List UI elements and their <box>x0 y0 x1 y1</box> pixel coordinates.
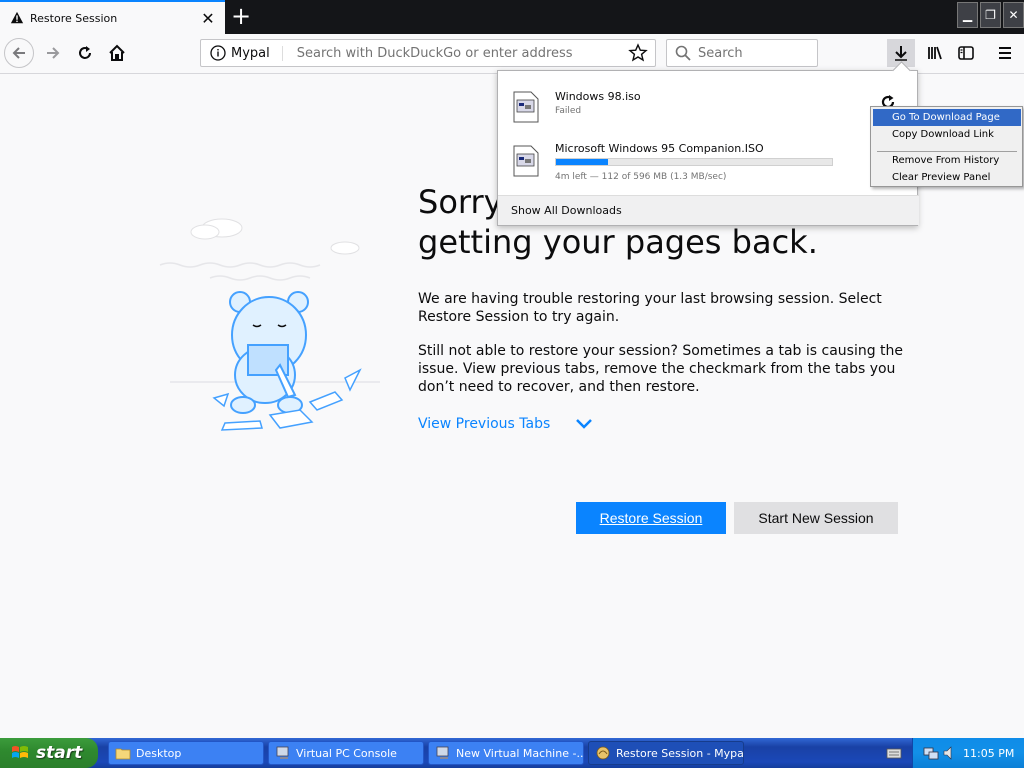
taskbar-item-new-virtual-machine[interactable]: New Virtual Machine -... <box>428 741 584 765</box>
restore-session-button[interactable]: Restore Session <box>576 502 726 534</box>
menu-item-clear-preview-panel[interactable]: Clear Preview Panel <box>873 169 1021 186</box>
tab-title: Restore Session <box>30 11 118 25</box>
hamburger-menu-icon <box>999 47 1011 59</box>
start-label: start <box>36 743 83 763</box>
iso-file-icon <box>513 91 539 123</box>
forward-button[interactable] <box>38 38 68 68</box>
download-progress-fill <box>556 159 608 165</box>
taskbar: start Desktop Virtual PC Console New Vir… <box>0 738 1024 768</box>
view-previous-tabs-link[interactable]: View Previous Tabs <box>418 416 594 432</box>
address-placeholder: Search with DuckDuckGo or enter address <box>296 45 573 61</box>
restore-window-button[interactable]: ❐ <box>980 2 1001 28</box>
window-controls: ▁ ❐ ✕ <box>957 2 1024 28</box>
menu-item-copy-download-link[interactable]: Copy Download Link <box>873 126 1021 143</box>
taskbar-item-desktop[interactable]: Desktop <box>108 741 264 765</box>
mypal-browser-icon <box>596 746 610 760</box>
system-tray: 11:05 PM <box>912 738 1024 768</box>
taskbar-item-label: Restore Session - Mypal <box>616 746 744 760</box>
start-new-session-button[interactable]: Start New Session <box>734 502 898 534</box>
volume-icon[interactable] <box>943 745 955 761</box>
download-arrow-icon <box>895 46 907 61</box>
new-tab-button[interactable]: + <box>228 4 254 30</box>
downloads-panel: Windows 98.iso Failed Microsoft Windows … <box>497 70 919 226</box>
folder-icon <box>115 748 131 760</box>
tab-restore-session[interactable]: Restore Session ✕ <box>0 0 225 34</box>
library-button[interactable] <box>920 38 950 68</box>
minimize-button[interactable]: ▁ <box>957 2 978 28</box>
nav-bar: Mypal Search with DuckDuckGo or enter ad… <box>0 34 1024 74</box>
reload-button[interactable] <box>70 38 100 68</box>
back-button[interactable] <box>4 38 34 68</box>
address-bar[interactable]: Mypal Search with DuckDuckGo or enter ad… <box>200 39 656 67</box>
iso-file-icon <box>513 145 539 177</box>
info-icon[interactable] <box>209 44 227 62</box>
keyboard-icon[interactable] <box>886 745 902 761</box>
show-all-downloads-button[interactable]: Show All Downloads <box>498 195 919 225</box>
taskbar-item-label: Desktop <box>136 746 182 760</box>
menu-item-go-to-download-page[interactable]: Go To Download Page <box>873 109 1021 126</box>
taskbar-item-label: New Virtual Machine -... <box>456 746 584 760</box>
windows-logo-icon <box>12 746 28 758</box>
taskbar-item-virtual-pc-console[interactable]: Virtual PC Console <box>268 741 424 765</box>
view-previous-tabs-label: View Previous Tabs <box>418 416 551 432</box>
start-button[interactable]: start <box>0 738 98 768</box>
sidebar-button[interactable] <box>951 38 981 68</box>
taskbar-item-restore-session-mypal[interactable]: Restore Session - Mypal <box>588 741 744 765</box>
download-context-menu: Go To Download Page Copy Download Link R… <box>870 106 1023 187</box>
restore-explanation: We are having trouble restoring your las… <box>418 291 882 325</box>
network-icon[interactable] <box>923 745 939 761</box>
taskbar-item-label: Virtual PC Console <box>296 746 397 760</box>
warning-icon <box>10 11 24 24</box>
sidebar-icon <box>958 46 974 60</box>
search-placeholder: Search <box>698 45 743 61</box>
forward-arrow-icon <box>47 47 60 59</box>
download-progress-bar <box>555 158 833 166</box>
tab-strip: Restore Session ✕ + ▁ ❐ ✕ <box>0 0 1024 34</box>
restore-help-text: Still not able to restore your session? … <box>418 343 904 395</box>
virtual-machine-icon <box>436 746 449 759</box>
tab-close-icon[interactable]: ✕ <box>199 9 217 28</box>
home-button[interactable] <box>102 38 132 68</box>
bookmark-star-icon[interactable] <box>627 42 649 64</box>
virtual-pc-icon <box>276 746 289 759</box>
search-bar[interactable]: Search <box>666 39 818 67</box>
back-arrow-icon <box>12 47 25 59</box>
download-filename: Windows 98.iso <box>555 90 641 103</box>
chevron-down-icon <box>576 419 593 429</box>
download-item[interactable]: Microsoft Windows 95 Companion.ISO 4m le… <box>498 133 917 187</box>
bear-illustration <box>159 218 380 431</box>
download-status: Failed <box>555 106 582 116</box>
download-status: 4m left — 112 of 596 MB (1.3 MB/sec) <box>555 172 727 182</box>
search-icon <box>675 45 691 61</box>
reload-icon <box>79 46 91 59</box>
close-window-button[interactable]: ✕ <box>1003 2 1024 28</box>
home-icon <box>109 44 125 61</box>
menu-button[interactable] <box>990 38 1020 68</box>
library-icon <box>928 46 942 60</box>
download-item[interactable]: Windows 98.iso Failed <box>498 79 917 133</box>
menu-item-remove-from-history[interactable]: Remove From History <box>873 152 1021 169</box>
download-filename: Microsoft Windows 95 Companion.ISO <box>555 142 764 155</box>
identity-label: Mypal <box>231 45 283 61</box>
clock: 11:05 PM <box>963 746 1015 760</box>
